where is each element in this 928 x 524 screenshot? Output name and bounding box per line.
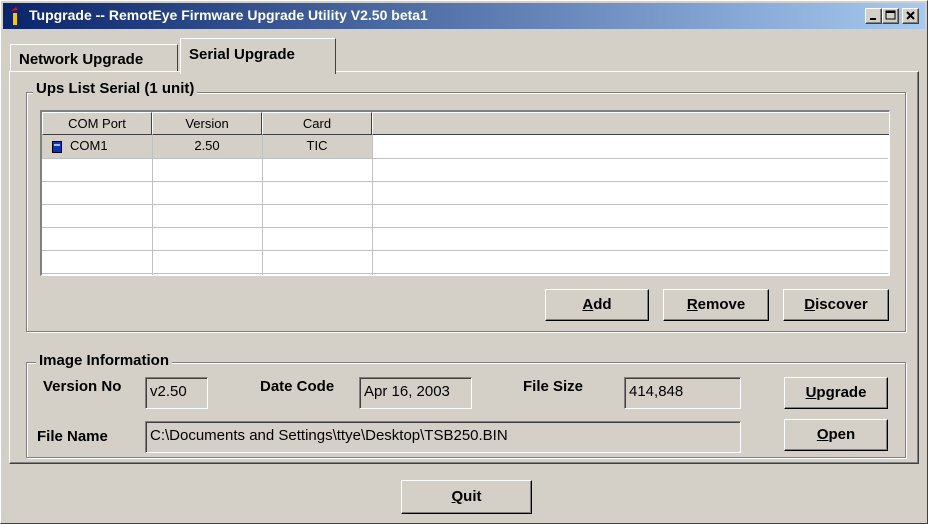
- window-title: Tupgrade -- RemotEye Firmware Upgrade Ut…: [29, 7, 428, 23]
- grid-line: [42, 181, 888, 182]
- file-size-label: File Size: [523, 378, 584, 395]
- grid-line: [262, 135, 263, 275]
- column-header-empty: [372, 112, 889, 135]
- tab-label: Network Upgrade: [19, 51, 144, 68]
- file-size-field: 414,848: [624, 377, 741, 409]
- file-name-label: File Name: [37, 428, 108, 445]
- column-header-com-port[interactable]: COM Port: [42, 112, 152, 135]
- column-header-version[interactable]: Version: [152, 112, 262, 135]
- close-button[interactable]: [902, 8, 919, 24]
- cell-card: TIC: [306, 138, 328, 153]
- version-field: v2.50: [145, 377, 208, 409]
- serial-port-icon: [52, 141, 62, 153]
- grid-line: [42, 204, 888, 205]
- date-code-field: Apr 16, 2003: [359, 377, 472, 409]
- cell-com-port: COM1: [70, 138, 108, 153]
- grid-line: [42, 158, 888, 159]
- cell-version: 2.50: [194, 138, 220, 153]
- upgrade-button[interactable]: Upgrade: [784, 377, 888, 409]
- minimize-button[interactable]: [865, 8, 882, 24]
- grid-line: [152, 135, 153, 275]
- grid-line: [42, 227, 888, 228]
- tab-network-upgrade[interactable]: Network Upgrade: [10, 44, 178, 72]
- tab-label: Serial Upgrade: [189, 46, 295, 63]
- add-button[interactable]: Add: [545, 289, 649, 321]
- tab-serial-upgrade[interactable]: Serial Upgrade: [180, 38, 336, 74]
- grid-line: [372, 135, 373, 275]
- title-bar[interactable]: Tupgrade -- RemotEye Firmware Upgrade Ut…: [3, 3, 925, 29]
- image-info-title: Image Information: [36, 352, 173, 369]
- ups-list-title: Ups List Serial (1 unit): [33, 80, 198, 97]
- open-button[interactable]: Open: [784, 419, 888, 451]
- minimize-icon: [870, 18, 876, 20]
- column-header-card[interactable]: Card: [262, 112, 372, 135]
- grid-line: [42, 250, 888, 251]
- ups-list-view[interactable]: COM Port Version Card COM1 2.50 TIC: [40, 110, 890, 276]
- date-code-label: Date Code: [260, 378, 335, 395]
- app-icon: [11, 7, 18, 25]
- grid-line: [42, 273, 888, 274]
- close-icon: [906, 11, 915, 20]
- remove-button[interactable]: Remove: [663, 289, 769, 321]
- quit-button[interactable]: Quit: [401, 480, 532, 514]
- maximize-icon: [885, 10, 896, 20]
- maximize-button[interactable]: [882, 8, 899, 24]
- version-label: Version No: [43, 378, 122, 395]
- file-name-field[interactable]: C:\Documents and Settings\ttye\Desktop\T…: [145, 421, 741, 453]
- discover-button[interactable]: Discover: [783, 289, 889, 321]
